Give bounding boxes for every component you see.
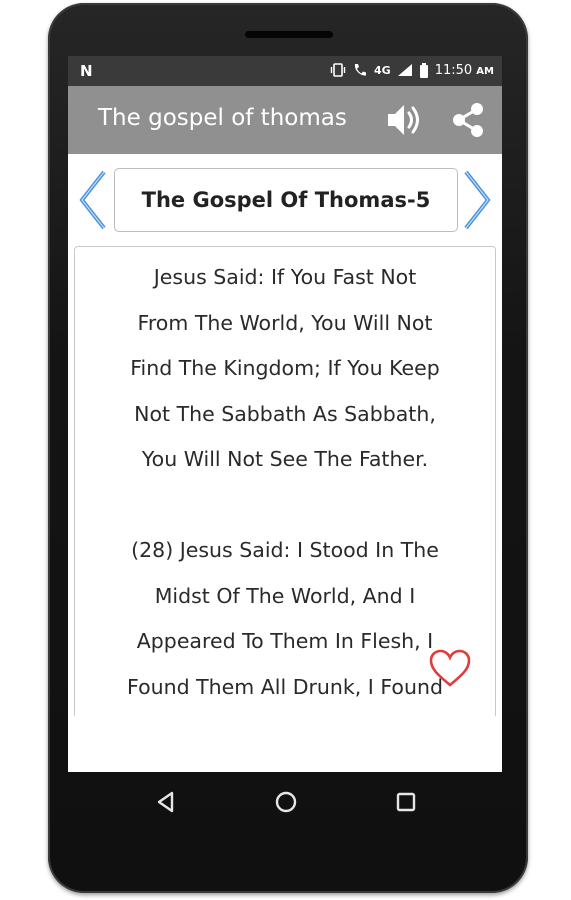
back-triangle-icon (157, 791, 174, 813)
battery-icon (419, 62, 428, 78)
android-nav-bar (68, 772, 502, 832)
nav-back-button[interactable] (152, 788, 180, 816)
clock: 11:50 AM (435, 63, 494, 78)
home-circle-icon (275, 791, 297, 813)
chevron-left-icon (79, 170, 106, 230)
network-type: 4G (374, 63, 391, 77)
verse-text: Jesus Said: If You Fast Not From The Wor… (127, 265, 443, 699)
clock-time: 11:50 (434, 62, 473, 78)
verse-content-panel[interactable]: Jesus Said: If You Fast Not From The Wor… (74, 246, 496, 716)
chapter-navigator: The Gospel Of Thomas-5 (68, 154, 502, 242)
signal-icon (397, 64, 412, 76)
vibrate-icon (330, 63, 346, 77)
share-button[interactable] (448, 100, 488, 140)
app-title: The gospel of thomas (98, 105, 347, 131)
volume-icon (388, 105, 419, 135)
nav-home-button[interactable] (272, 788, 300, 816)
recents-square-icon (396, 792, 416, 812)
phone-speaker (245, 31, 333, 38)
status-bar: N 4G 11:50 AM (68, 56, 502, 86)
chapter-title: The Gospel Of Thomas-5 (114, 168, 458, 232)
app-bar: The gospel of thomas (68, 86, 502, 154)
status-icons: 4G 11:50 AM (330, 62, 494, 78)
volume-button[interactable] (384, 100, 424, 140)
heart-icon (429, 649, 471, 687)
call-icon (354, 64, 366, 76)
nav-recents-button[interactable] (392, 788, 420, 816)
clock-ampm: AM (476, 65, 494, 77)
next-chapter-button[interactable] (462, 170, 492, 230)
previous-chapter-button[interactable] (78, 170, 108, 230)
notification-n-icon: N (80, 62, 93, 80)
favorite-button[interactable] (428, 648, 472, 688)
share-icon (453, 103, 483, 137)
chevron-right-icon (464, 170, 491, 230)
